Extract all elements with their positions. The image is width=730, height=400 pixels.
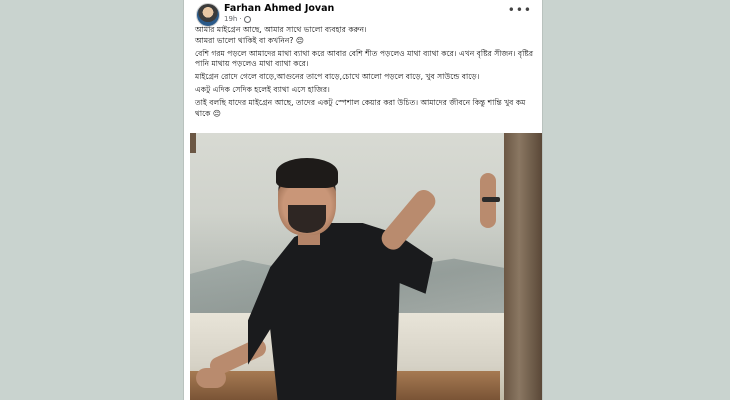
facebook-post-card: Farhan Ahmed Jovan 19h · ••• আমার মাইগ্র… [183,0,543,400]
post-paragraph: আমার মাইগ্রেন আছে, আমার সাথে ভালো ব্যবহা… [195,25,367,34]
person-hair [276,158,338,188]
post-header: Farhan Ahmed Jovan 19h · ••• [196,3,534,27]
wristwatch [482,197,500,202]
post-time[interactable]: 19h [224,15,237,23]
post-paragraph: তাই বলছি যাদের মাইগ্রেন আছে, তাদের একটু … [195,98,526,118]
author-name[interactable]: Farhan Ahmed Jovan [224,3,334,14]
more-horizontal-icon[interactable]: ••• [508,3,532,17]
photo-pillar-left [190,133,196,153]
post-paragraph: বেশি গরম পড়লে আমাদের মাথা ব্যাথা করে আব… [195,49,533,69]
post-paragraph: একটু এদিক সেদিক হলেই ব্যাথা এসে হাজির। [195,85,330,95]
person-left-hand [196,368,226,388]
globe-icon [243,15,251,23]
post-photo[interactable] [190,133,542,400]
post-paragraph: আমরা ভালো থাকিই বা কখনিন? 😔 [195,36,304,45]
photo-pillar [504,133,542,400]
person-beard [288,205,326,233]
author-avatar[interactable] [196,3,220,27]
post-meta: 19h · [224,15,251,23]
post-text: আমার মাইগ্রেন আছে, আমার সাথে ভালো ব্যবহা… [195,25,535,122]
post-paragraph: মাইগ্রেন রোদে গেলে বাড়ে,আগুনের তাপে বাড… [195,72,480,82]
